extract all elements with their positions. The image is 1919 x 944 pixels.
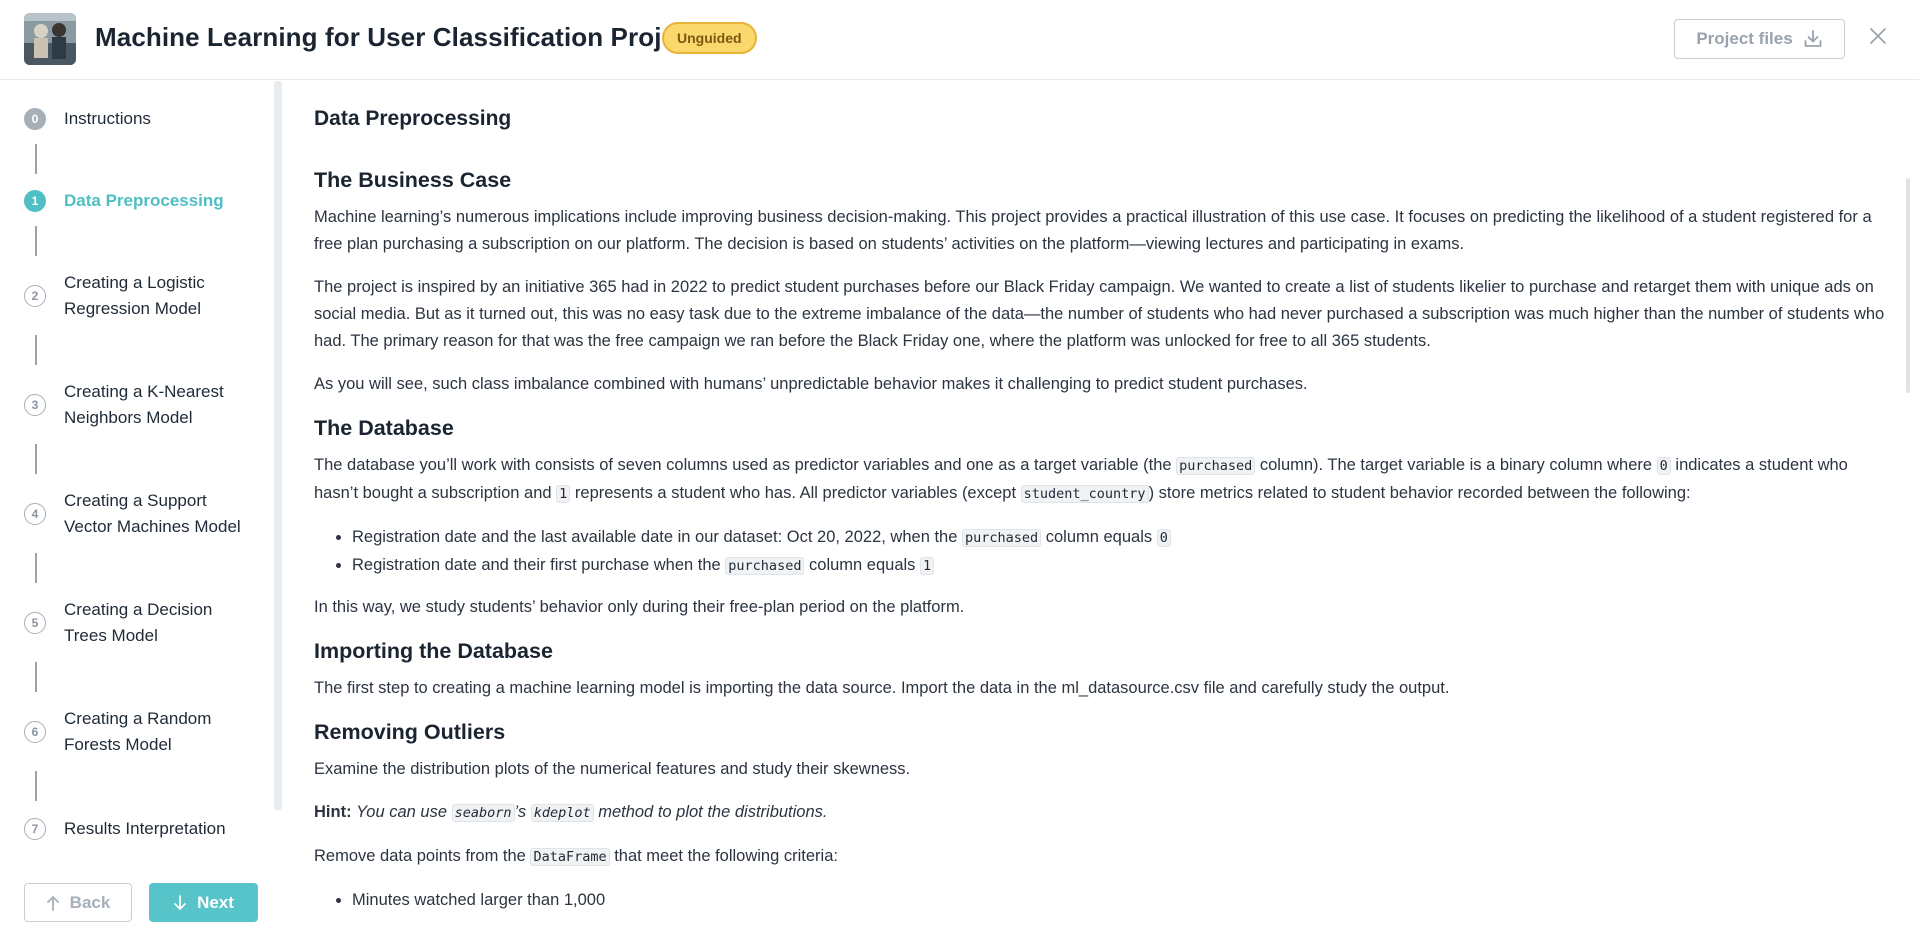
project-logo bbox=[24, 13, 76, 65]
importing-paragraph: The first step to creating a machine lea… bbox=[314, 679, 1450, 697]
main-content: Data Preprocessing The Business Case Mac… bbox=[290, 81, 1906, 944]
inline-code: seaborn bbox=[451, 804, 515, 822]
project-files-label: Project files bbox=[1696, 29, 1793, 48]
step-number: 5 bbox=[24, 612, 46, 634]
step-label: Creating a Decision Trees Model bbox=[64, 600, 213, 645]
list-item: Registration date and the last available… bbox=[352, 524, 1894, 552]
step-number: 6 bbox=[24, 721, 46, 743]
importing-heading: Importing the Database bbox=[314, 639, 553, 663]
step-label: Creating a Support Vector Machines Model bbox=[64, 491, 241, 536]
step-label: Results Interpretation bbox=[64, 819, 226, 838]
step-label: Instructions bbox=[64, 109, 151, 128]
arrow-down-icon bbox=[174, 894, 186, 910]
step-label: Data Preprocessing bbox=[64, 191, 224, 210]
step-connector bbox=[35, 144, 37, 174]
content-scrollbar[interactable] bbox=[1906, 178, 1910, 393]
business-case-paragraph-1: Machine learning’s numerous implications… bbox=[314, 208, 1872, 253]
step-connector bbox=[35, 335, 37, 365]
step-label: Creating a K-Nearest Neighbors Model bbox=[64, 382, 224, 427]
step-number: 4 bbox=[24, 503, 46, 525]
inline-code: DataFrame bbox=[530, 848, 610, 866]
inline-code: kdeplot bbox=[530, 804, 594, 822]
sidebar-scrollbar[interactable] bbox=[274, 81, 282, 810]
hint-label: Hint: bbox=[314, 803, 352, 821]
database-paragraph-2: In this way, we study students’ behavior… bbox=[314, 598, 965, 616]
step-connector bbox=[35, 662, 37, 692]
inline-code: 0 bbox=[1656, 457, 1671, 475]
step-results-interpretation[interactable]: 7 Results Interpretation bbox=[24, 816, 254, 842]
back-label: Back bbox=[69, 892, 111, 912]
close-button[interactable] bbox=[1866, 24, 1890, 48]
step-number: 2 bbox=[24, 285, 46, 307]
download-icon bbox=[1804, 30, 1822, 47]
inline-code: student_country bbox=[1020, 485, 1149, 503]
inline-code: purchased bbox=[1176, 457, 1256, 475]
step-instructions[interactable]: 0 Instructions bbox=[24, 106, 254, 132]
outliers-list: Minutes watched larger than 1,000 bbox=[352, 887, 1894, 914]
outliers-heading: Removing Outliers bbox=[314, 720, 506, 744]
step-label: Creating a Logistic Regression Model bbox=[64, 273, 205, 318]
outliers-paragraph-2: Remove data points from the DataFrame th… bbox=[314, 847, 838, 866]
database-list: Registration date and the last available… bbox=[352, 524, 1894, 580]
step-knn[interactable]: 3 Creating a K-Nearest Neighbors Model bbox=[24, 379, 254, 431]
step-connector bbox=[35, 771, 37, 801]
arrow-up-icon bbox=[46, 895, 59, 911]
inline-code: 0 bbox=[1156, 529, 1171, 547]
business-case-paragraph-2: The project is inspired by an initiative… bbox=[314, 278, 1885, 350]
step-logistic-regression[interactable]: 2 Creating a Logistic Regression Model bbox=[24, 270, 254, 322]
next-button[interactable]: Next bbox=[149, 883, 258, 922]
step-random-forests[interactable]: 6 Creating a Random Forests Model bbox=[24, 706, 254, 758]
step-number: 0 bbox=[24, 108, 46, 130]
step-number: 3 bbox=[24, 394, 46, 416]
business-case-paragraph-3: As you will see, such class imbalance co… bbox=[314, 375, 1308, 393]
outliers-paragraph-1: Examine the distribution plots of the nu… bbox=[314, 760, 911, 778]
header-bar: Machine Learning for User Classification… bbox=[0, 0, 1919, 80]
database-paragraph-1: The database you’ll work with consists o… bbox=[314, 456, 1848, 503]
step-connector bbox=[35, 444, 37, 474]
inline-code: 1 bbox=[920, 557, 935, 575]
inline-code: purchased bbox=[961, 529, 1042, 547]
list-item: Minutes watched larger than 1,000 bbox=[352, 887, 1894, 914]
page-title: Machine Learning for User Classification… bbox=[95, 22, 700, 52]
step-number: 1 bbox=[24, 190, 46, 212]
content-body: Data Preprocessing The Business Case Mac… bbox=[314, 105, 1894, 928]
step-label: Creating a Random Forests Model bbox=[64, 709, 212, 754]
hint-paragraph: Hint: You can use seaborn’s kdeplot meth… bbox=[314, 803, 828, 822]
list-item: Registration date and their first purcha… bbox=[352, 552, 1894, 580]
step-connector bbox=[35, 553, 37, 583]
step-decision-trees[interactable]: 5 Creating a Decision Trees Model bbox=[24, 597, 254, 649]
project-files-button[interactable]: Project files bbox=[1674, 19, 1845, 59]
inline-code: 1 bbox=[556, 485, 571, 503]
business-case-heading: The Business Case bbox=[314, 168, 512, 192]
section-title: Data Preprocessing bbox=[314, 107, 512, 130]
database-heading: The Database bbox=[314, 416, 454, 440]
close-icon bbox=[1870, 28, 1886, 44]
unguided-badge: Unguided bbox=[662, 22, 757, 54]
step-data-preprocessing[interactable]: 1 Data Preprocessing bbox=[24, 188, 254, 214]
next-label: Next bbox=[197, 892, 234, 912]
step-connector bbox=[35, 226, 37, 256]
step-svm[interactable]: 4 Creating a Support Vector Machines Mod… bbox=[24, 488, 254, 540]
back-button[interactable]: Back bbox=[24, 883, 132, 922]
inline-code: purchased bbox=[725, 557, 805, 575]
step-number: 7 bbox=[24, 818, 46, 840]
